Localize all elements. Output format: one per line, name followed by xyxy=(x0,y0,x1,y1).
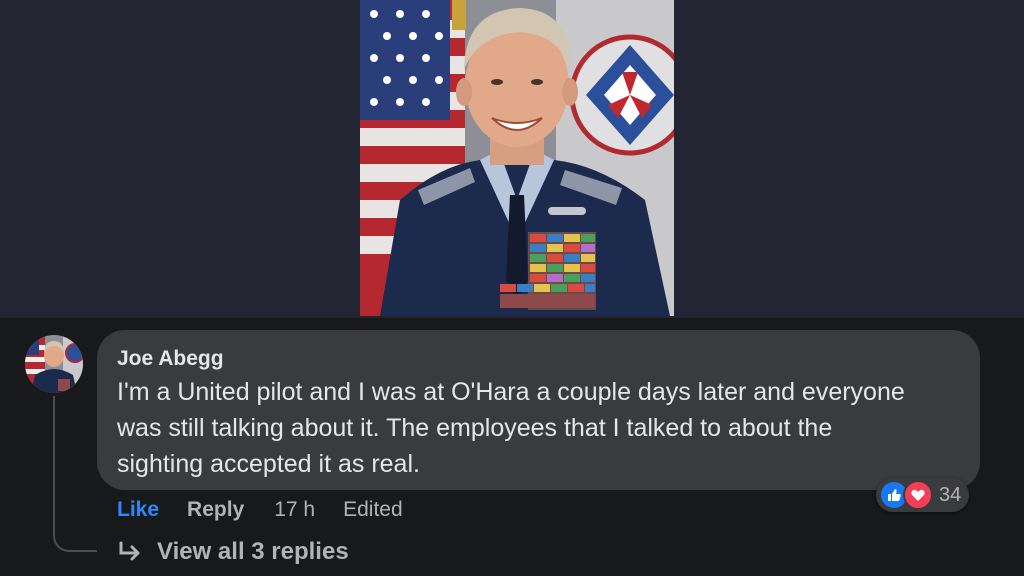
reply-arrow-icon xyxy=(119,541,140,561)
facebook-comment-view: Joe Abegg I'm a United pilot and I was a… xyxy=(0,0,1024,576)
edited-label[interactable]: Edited xyxy=(343,498,403,522)
comment-actions: Like Reply 17 h Edited xyxy=(117,497,403,523)
comment-timestamp[interactable]: 17 h xyxy=(274,498,315,522)
comment-text: I'm a United pilot and I was at O'Hara a… xyxy=(117,378,905,478)
reply-thread-line xyxy=(53,396,97,552)
reply-button[interactable]: Reply xyxy=(187,498,244,522)
reaction-count: 34 xyxy=(939,483,962,506)
avatar-image xyxy=(25,335,83,393)
portrait-image xyxy=(360,0,674,316)
post-photo[interactable] xyxy=(360,0,674,316)
view-replies-label: View all 3 replies xyxy=(157,538,349,565)
comment-author[interactable]: Joe Abegg xyxy=(117,346,960,372)
like-button[interactable]: Like xyxy=(117,498,159,522)
reactions-summary[interactable]: 34 xyxy=(876,478,970,512)
post-image-area xyxy=(0,0,1024,318)
comment-bubble: Joe Abegg I'm a United pilot and I was a… xyxy=(97,330,980,490)
love-icon xyxy=(903,480,933,510)
view-replies-link[interactable]: View all 3 replies xyxy=(117,538,349,566)
avatar[interactable] xyxy=(25,335,83,393)
